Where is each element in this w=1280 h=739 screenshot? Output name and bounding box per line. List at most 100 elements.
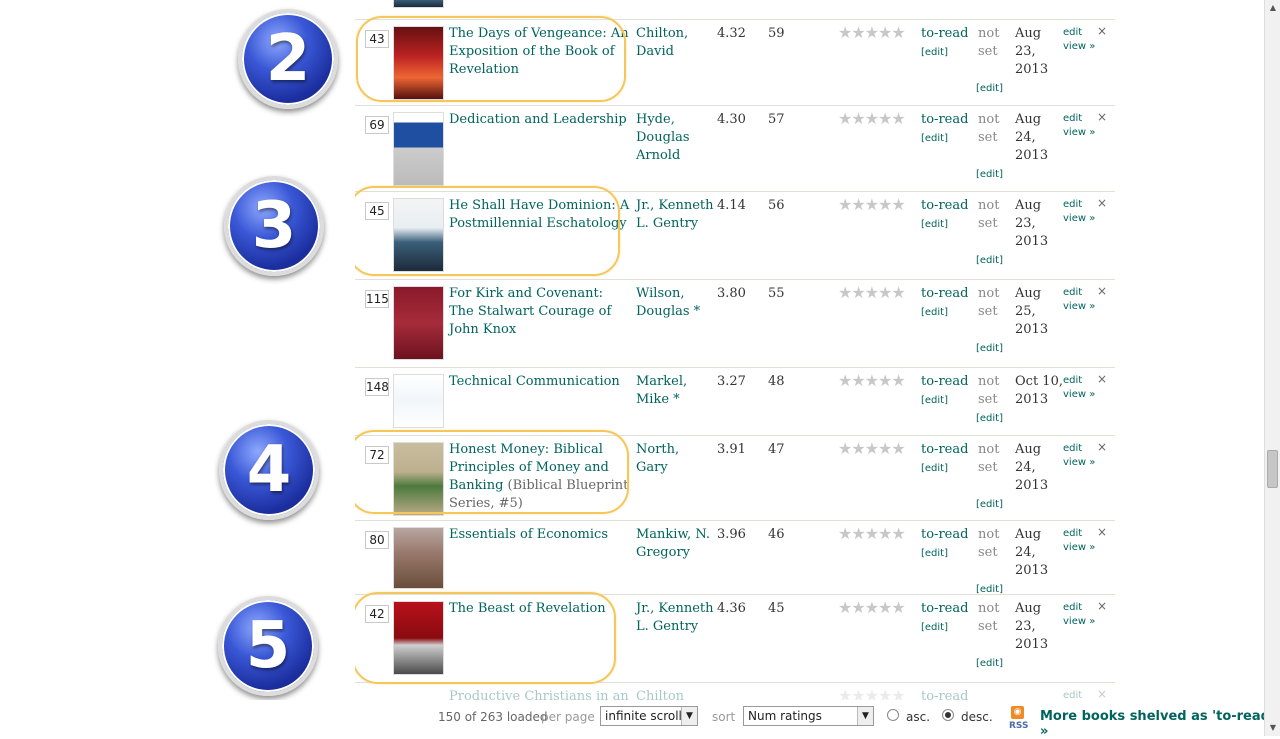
view-link[interactable]: view » xyxy=(1063,300,1095,314)
my-rating-stars[interactable]: ★★★★★ xyxy=(838,526,906,542)
view-link[interactable]: view » xyxy=(1063,212,1095,226)
date-read-edit-link[interactable]: [edit] xyxy=(976,413,1003,424)
position-input[interactable]: 72 xyxy=(365,446,389,464)
author-link[interactable]: Markel, Mike * xyxy=(636,373,714,409)
date-read-edit-link[interactable]: [edit] xyxy=(976,343,1003,354)
position-input[interactable]: 42 xyxy=(365,605,389,623)
shelf-link[interactable]: to-read xyxy=(921,441,968,459)
shelf-edit-link[interactable]: [edit] xyxy=(921,622,948,633)
book-title-link[interactable]: Technical Communication xyxy=(449,373,631,391)
author-link[interactable]: Jr., Kenneth L. Gentry xyxy=(636,197,714,233)
my-rating-stars[interactable]: ★★★★★ xyxy=(838,600,906,616)
shelf-link[interactable]: to-read xyxy=(921,600,968,618)
asc-radio[interactable] xyxy=(887,709,899,721)
book-cover[interactable] xyxy=(393,527,444,589)
book-cover[interactable] xyxy=(393,286,444,360)
date-read-edit-link[interactable]: [edit] xyxy=(976,83,1003,94)
my-rating-stars[interactable]: ★★★★★ xyxy=(838,111,906,127)
author-link[interactable]: Jr., Kenneth L. Gentry xyxy=(636,600,714,636)
shelf-edit-link[interactable]: [edit] xyxy=(921,133,948,144)
edit-link[interactable]: edit xyxy=(1063,601,1095,615)
remove-icon[interactable]: × xyxy=(1097,24,1107,38)
scroll-thumb[interactable] xyxy=(1267,450,1278,488)
edit-link[interactable]: edit xyxy=(1063,689,1082,700)
position-input[interactable]: 69 xyxy=(365,116,389,134)
shelf-link[interactable]: to-read xyxy=(921,197,968,215)
edit-link[interactable]: edit xyxy=(1063,374,1095,388)
remove-icon[interactable]: × xyxy=(1097,110,1107,124)
book-title-link[interactable]: For Kirk and Covenant: The Stalwart Cour… xyxy=(449,285,631,339)
view-link[interactable]: view » xyxy=(1063,126,1095,140)
view-link[interactable]: view » xyxy=(1063,615,1095,629)
remove-icon[interactable]: × xyxy=(1097,525,1107,539)
author-link[interactable]: Mankiw, N. Gregory xyxy=(636,526,714,562)
remove-icon[interactable]: × xyxy=(1097,284,1107,298)
date-read-edit-link[interactable]: [edit] xyxy=(976,584,1003,595)
scroll-down-icon[interactable]: ▼ xyxy=(1265,720,1280,736)
sort-select[interactable]: Num ratings ▼ xyxy=(743,706,874,726)
author-link[interactable]: Hyde, Douglas Arnold xyxy=(636,111,714,165)
position-input[interactable]: 80 xyxy=(365,531,389,549)
view-link[interactable]: view » xyxy=(1063,40,1095,54)
book-cover[interactable] xyxy=(393,0,444,8)
shelf-link[interactable]: to-read xyxy=(921,688,968,700)
view-link[interactable]: view » xyxy=(1063,388,1095,402)
remove-icon[interactable]: × xyxy=(1097,196,1107,210)
per-page-select[interactable]: infinite scroll ▼ xyxy=(600,706,698,726)
author-link[interactable]: North, Gary xyxy=(636,441,714,477)
shelf-link[interactable]: to-read xyxy=(921,373,968,391)
edit-link[interactable]: edit xyxy=(1063,286,1095,300)
my-rating-stars[interactable]: ★★★★★ xyxy=(838,285,906,301)
edit-link[interactable]: edit xyxy=(1063,112,1095,126)
rss-link[interactable]: RSS xyxy=(1009,721,1029,731)
my-rating-stars[interactable]: ★★★★★ xyxy=(838,373,906,389)
my-rating-stars[interactable]: ★★★★★ xyxy=(838,688,906,701)
book-cover[interactable] xyxy=(393,601,444,675)
rss-icon[interactable]: ◉ xyxy=(1011,706,1024,719)
shelf-edit-link[interactable]: [edit] xyxy=(921,307,948,318)
book-title-link[interactable]: Honest Money: Biblical Principles of Mon… xyxy=(449,441,631,513)
shelf-link[interactable]: to-read xyxy=(921,285,968,303)
my-rating-stars[interactable]: ★★★★★ xyxy=(838,197,906,213)
book-title-link[interactable]: Dedication and Leadership xyxy=(449,111,631,129)
remove-icon[interactable]: × xyxy=(1097,599,1107,613)
shelf-link[interactable]: to-read xyxy=(921,25,968,43)
author-link[interactable]: Wilson, Douglas * xyxy=(636,285,714,321)
book-title-link[interactable]: The Beast of Revelation xyxy=(449,600,631,618)
book-title-link[interactable]: He Shall Have Dominion: A Postmillennial… xyxy=(449,197,631,233)
book-title-link[interactable]: Essentials of Economics xyxy=(449,526,631,544)
shelf-edit-link[interactable]: [edit] xyxy=(921,548,948,559)
date-read-edit-link[interactable]: [edit] xyxy=(976,658,1003,669)
my-rating-stars[interactable]: ★★★★★ xyxy=(838,25,906,41)
book-cover[interactable] xyxy=(393,198,444,272)
remove-icon[interactable]: × xyxy=(1097,372,1107,386)
book-cover[interactable] xyxy=(393,442,444,516)
date-read-edit-link[interactable]: [edit] xyxy=(976,255,1003,266)
book-cover[interactable] xyxy=(393,26,444,100)
scroll-up-icon[interactable]: ▲ xyxy=(1265,0,1280,16)
my-rating-stars[interactable]: ★★★★★ xyxy=(838,441,906,457)
shelf-edit-link[interactable]: [edit] xyxy=(921,463,948,474)
view-link[interactable]: view » xyxy=(1063,456,1095,470)
scrollbar[interactable]: ▲ ▼ xyxy=(1264,0,1280,736)
remove-icon[interactable]: × xyxy=(1097,440,1107,454)
date-read-edit-link[interactable]: [edit] xyxy=(976,499,1003,510)
edit-link[interactable]: edit xyxy=(1063,198,1095,212)
shelf-link[interactable]: to-read xyxy=(921,526,968,544)
shelf-edit-link[interactable]: [edit] xyxy=(921,395,948,406)
edit-link[interactable]: edit xyxy=(1063,26,1095,40)
date-read-edit-link[interactable]: [edit] xyxy=(976,169,1003,180)
position-input[interactable]: 148 xyxy=(365,378,389,396)
book-title-link[interactable]: The Days of Vengeance: An Exposition of … xyxy=(449,25,631,79)
author-link[interactable]: Chilton xyxy=(636,688,714,700)
position-input[interactable]: 43 xyxy=(365,30,389,48)
remove-icon[interactable]: × xyxy=(1097,687,1107,700)
book-title-link[interactable]: Productive Christians in an xyxy=(449,688,631,700)
view-link[interactable]: view » xyxy=(1063,541,1095,555)
book-cover[interactable] xyxy=(393,374,444,428)
desc-radio[interactable] xyxy=(942,709,954,721)
more-books-link[interactable]: More books shelved as 'to-read' » xyxy=(1040,709,1280,739)
edit-link[interactable]: edit xyxy=(1063,442,1095,456)
shelf-link[interactable]: to-read xyxy=(921,111,968,129)
edit-link[interactable]: edit xyxy=(1063,527,1095,541)
